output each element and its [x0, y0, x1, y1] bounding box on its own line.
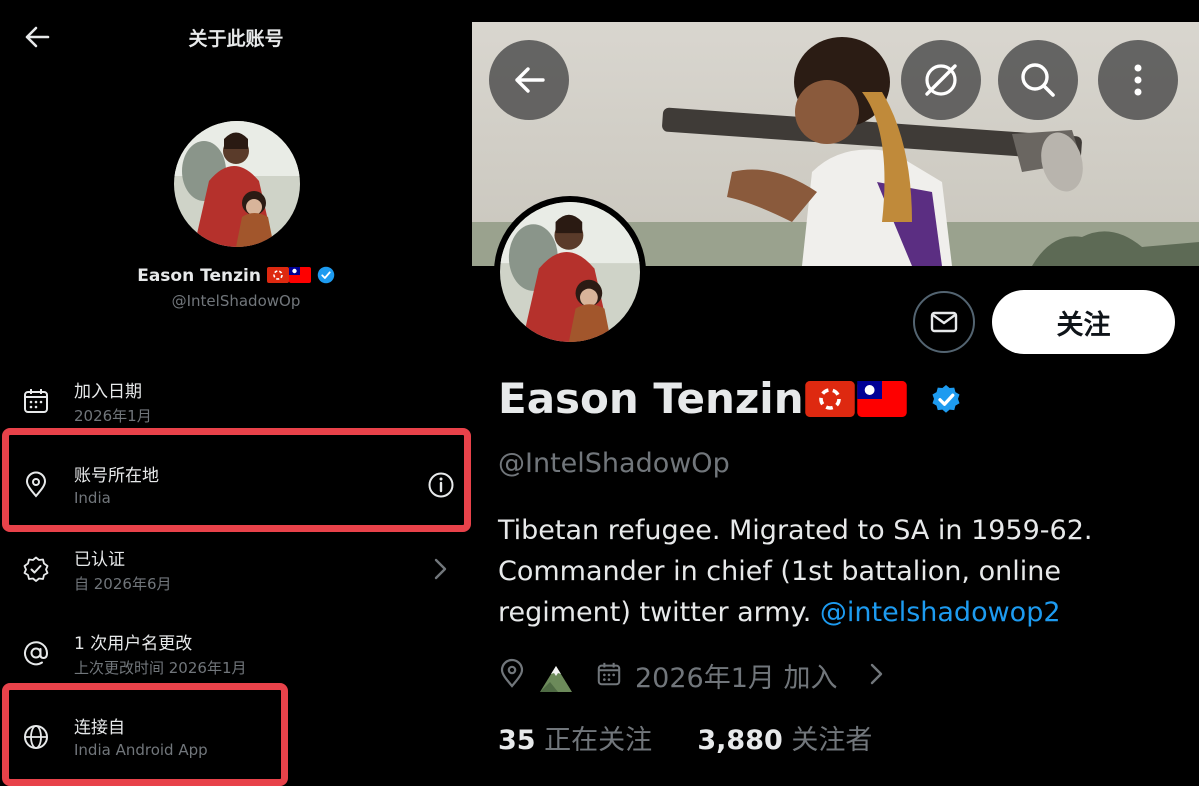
username-change-value: 上次更改时间 2026年1月	[74, 659, 247, 677]
taiwan-flag-icon	[856, 381, 907, 417]
avatar-image	[500, 202, 640, 342]
chevron-right-icon[interactable]	[430, 556, 450, 582]
bio-mention-link[interactable]: @intelshadowop2	[820, 597, 1061, 628]
followers-label: 关注者	[791, 725, 873, 756]
join-date-title: 加入日期	[74, 382, 142, 402]
following-link[interactable]: 35 正在关注	[498, 725, 652, 756]
username-change-title: 1 次用户名更改	[74, 634, 193, 654]
verified-title[interactable]: 已认证	[74, 545, 125, 570]
follow-button[interactable]: 关注	[992, 290, 1175, 354]
back-button[interactable]	[489, 40, 569, 120]
location-pin-icon	[25, 471, 47, 498]
profile-meta-row: 2026年1月 加入	[498, 656, 1188, 696]
verified-badge-outline-icon	[23, 556, 49, 582]
connected-via-title: 连接自	[74, 718, 125, 738]
profile-stats: 35 正在关注 3,880 关注者	[498, 718, 872, 757]
profile-panel: 关注 Eason Tenzin @IntelShadowOp Tibetan r…	[472, 0, 1199, 786]
following-label: 正在关注	[544, 725, 653, 756]
join-date-value: 2026年1月	[74, 407, 152, 425]
verified-badge-icon[interactable]	[928, 381, 964, 417]
connected-via-value: India Android App	[74, 741, 208, 759]
search-button[interactable]	[998, 40, 1078, 120]
calendar-icon	[597, 662, 621, 686]
grok-icon	[925, 64, 957, 96]
message-button[interactable]	[913, 291, 975, 353]
display-name: Eason Tenzin	[137, 266, 261, 286]
profile-avatar[interactable]	[494, 196, 646, 348]
calendar-icon	[24, 389, 48, 413]
hong-kong-flag-icon	[804, 381, 855, 417]
profile-handle: @IntelShadowOp	[498, 448, 730, 479]
more-options-button[interactable]	[1098, 40, 1178, 120]
followers-count: 3,880	[697, 725, 783, 756]
grok-button[interactable]	[901, 40, 981, 120]
profile-display-name-row: Eason Tenzin	[498, 374, 964, 423]
avatar[interactable]	[174, 121, 300, 247]
handle: @IntelShadowOp	[171, 292, 301, 310]
mail-icon	[930, 311, 958, 333]
location-pin-icon	[500, 658, 524, 688]
mountain-emoji-icon	[540, 666, 572, 692]
account-location-value: India	[74, 489, 111, 507]
at-sign-icon	[24, 641, 49, 666]
globe-icon	[24, 725, 48, 749]
verified-badge-icon[interactable]	[317, 266, 335, 284]
taiwan-flag-icon	[288, 267, 311, 283]
following-count: 35	[498, 725, 536, 756]
account-location-title: 账号所在地	[74, 466, 159, 486]
followers-link[interactable]: 3,880 关注者	[697, 725, 872, 756]
search-icon	[1021, 63, 1055, 97]
join-date: 2026年1月 加入	[635, 663, 838, 694]
verified-value: 自 2026年6月	[74, 575, 172, 593]
page-title: 关于此账号	[188, 28, 284, 50]
profile-display-name: Eason Tenzin	[498, 374, 804, 423]
hong-kong-flag-icon	[266, 267, 289, 283]
profile-bio: Tibetan refugee. Migrated to SA in 1959-…	[498, 510, 1188, 633]
about-account-panel: 关于此账号 Eason Tenzin @IntelShadowOp 加入日期 2…	[0, 0, 472, 786]
highlight-box-location	[2, 428, 471, 532]
back-arrow-icon	[515, 67, 545, 93]
avatar-image	[174, 121, 300, 247]
info-icon[interactable]	[427, 471, 455, 499]
chevron-right-icon[interactable]	[866, 660, 886, 688]
display-name-row: Eason Tenzin	[0, 266, 472, 286]
more-vertical-icon	[1134, 64, 1142, 96]
